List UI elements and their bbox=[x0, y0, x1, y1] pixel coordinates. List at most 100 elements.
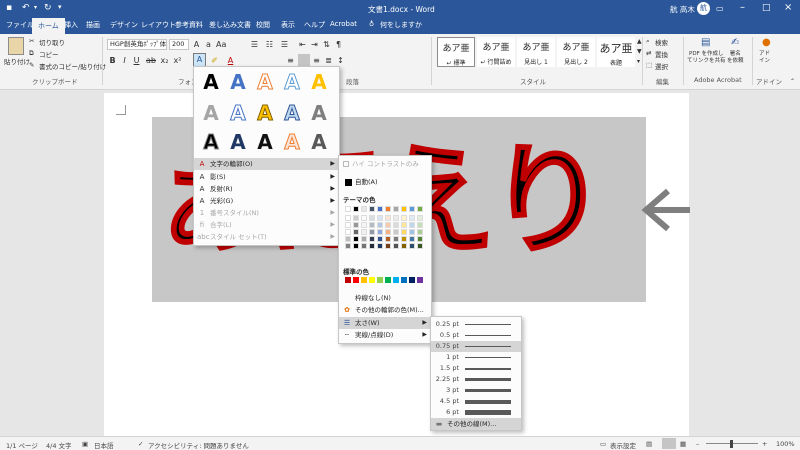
wordart-style-11[interactable]: A bbox=[200, 131, 222, 154]
wordart-style-1[interactable]: A bbox=[200, 71, 222, 93]
replace-icon[interactable]: ⇄ bbox=[646, 49, 651, 57]
wordart-style-12[interactable]: A bbox=[227, 131, 249, 153]
wordart-style-13[interactable]: A bbox=[254, 131, 276, 153]
numbering-icon[interactable]: ☷ bbox=[265, 40, 274, 49]
font-name-box[interactable]: HGP創英角ﾎﾟｯﾌﾟ体 bbox=[107, 39, 167, 50]
cut-icon[interactable]: ✂ bbox=[29, 37, 34, 45]
copy-icon[interactable]: ⧉ bbox=[29, 49, 34, 58]
theme-color-swatch[interactable] bbox=[345, 222, 351, 228]
standard-color-swatch[interactable] bbox=[409, 277, 415, 283]
tab-review[interactable]: 校閲 bbox=[256, 20, 270, 30]
outline-weight[interactable]: ☰ 太さ(W) ▶ bbox=[339, 317, 431, 329]
wordart-style-5[interactable]: A bbox=[308, 71, 330, 93]
page-count[interactable]: 1/1 ページ bbox=[6, 440, 38, 450]
theme-color-swatch[interactable] bbox=[361, 243, 367, 249]
collapse-ribbon-icon[interactable]: ⌃ bbox=[790, 78, 795, 85]
theme-color-swatch[interactable] bbox=[385, 243, 391, 249]
tab-file[interactable]: ファイル bbox=[6, 20, 34, 30]
wordart-style-4[interactable]: A bbox=[281, 71, 303, 94]
weight-option[interactable]: 2.25 pt bbox=[431, 374, 521, 385]
theme-color-swatch[interactable] bbox=[385, 229, 391, 235]
tell-me-box[interactable]: 何をしますか bbox=[380, 20, 422, 30]
theme-color-swatch[interactable] bbox=[417, 222, 423, 228]
maximize-icon[interactable]: □ bbox=[762, 3, 771, 13]
outline-automatic[interactable]: 自動(A) bbox=[339, 176, 431, 188]
tab-insert[interactable]: 挿入 bbox=[64, 20, 78, 30]
theme-color-swatch[interactable] bbox=[401, 206, 407, 212]
standard-color-swatch[interactable] bbox=[353, 277, 359, 283]
find-button[interactable]: 検索 bbox=[655, 37, 668, 47]
theme-color-swatch[interactable] bbox=[369, 206, 375, 212]
tab-home[interactable]: ホーム bbox=[32, 18, 65, 34]
sign-request-button[interactable]: 署名 を依頼 bbox=[727, 51, 744, 65]
menu-item-shadow[interactable]: A 影(S) ▶ bbox=[194, 171, 339, 183]
strikethrough-icon[interactable]: ab bbox=[146, 56, 156, 65]
subscript-icon[interactable]: x₂ bbox=[160, 56, 169, 65]
theme-color-swatch[interactable] bbox=[385, 206, 391, 212]
shrink-font-icon[interactable]: a bbox=[204, 40, 213, 49]
theme-color-swatch[interactable] bbox=[385, 222, 391, 228]
addins-icon[interactable]: ● bbox=[762, 37, 771, 48]
standard-color-swatch[interactable] bbox=[369, 277, 375, 283]
weight-option[interactable]: 6 pt bbox=[431, 407, 521, 418]
theme-color-swatch[interactable] bbox=[369, 215, 375, 221]
theme-color-swatch[interactable] bbox=[353, 243, 359, 249]
undo-dropdown-icon[interactable]: ▾ bbox=[34, 4, 37, 11]
paste-icon[interactable] bbox=[8, 37, 24, 55]
justify-icon[interactable]: ≣ bbox=[324, 56, 333, 65]
tab-acrobat[interactable]: Acrobat bbox=[330, 20, 357, 28]
standard-color-swatch[interactable] bbox=[377, 277, 383, 283]
theme-color-swatch[interactable] bbox=[361, 229, 367, 235]
accessibility-icon[interactable]: ✓ bbox=[138, 440, 143, 448]
format-painter-icon[interactable]: ✎ bbox=[29, 61, 34, 69]
weight-option[interactable]: 0.25 pt bbox=[431, 319, 521, 330]
theme-color-swatch[interactable] bbox=[393, 222, 399, 228]
weight-option[interactable]: 4.5 pt bbox=[431, 396, 521, 407]
minimize-icon[interactable]: – bbox=[740, 2, 745, 13]
sort-icon[interactable]: ⇅ bbox=[322, 40, 331, 49]
theme-color-swatch[interactable] bbox=[417, 206, 423, 212]
theme-color-swatch[interactable] bbox=[393, 206, 399, 212]
italic-icon[interactable]: I bbox=[120, 56, 129, 65]
line-spacing-icon[interactable]: ↕ bbox=[336, 56, 345, 65]
theme-color-swatch[interactable] bbox=[409, 243, 415, 249]
weight-option[interactable]: 1 pt bbox=[431, 352, 521, 363]
theme-color-swatch[interactable] bbox=[345, 215, 351, 221]
tab-view[interactable]: 表示 bbox=[281, 20, 295, 30]
theme-color-swatch[interactable] bbox=[417, 215, 423, 221]
outline-more-colors[interactable]: ✿ その他の輪郭の色(M)... bbox=[339, 304, 431, 316]
avatar[interactable]: 航 bbox=[697, 2, 710, 15]
theme-color-swatch[interactable] bbox=[409, 229, 415, 235]
undo-icon[interactable]: ↶ bbox=[22, 3, 30, 13]
outline-none[interactable]: 枠線なし(N) bbox=[339, 292, 431, 304]
styles-scroll-up-icon[interactable]: ▲ bbox=[637, 38, 642, 45]
weight-option[interactable]: 0.5 pt bbox=[431, 330, 521, 341]
wordart-style-9[interactable]: A bbox=[281, 102, 303, 125]
superscript-icon[interactable]: x² bbox=[173, 56, 182, 65]
theme-color-swatch[interactable] bbox=[401, 236, 407, 242]
tab-references[interactable]: 参考資料 bbox=[175, 20, 203, 30]
paste-button[interactable]: 貼り付け bbox=[4, 56, 30, 66]
wordart-style-7[interactable]: A bbox=[227, 102, 249, 125]
standard-color-swatch[interactable] bbox=[401, 277, 407, 283]
weight-option[interactable]: 0.75 pt bbox=[431, 341, 521, 352]
theme-color-swatch[interactable] bbox=[385, 215, 391, 221]
select-icon[interactable]: ⬚ bbox=[646, 61, 652, 69]
theme-color-swatch[interactable] bbox=[361, 206, 367, 212]
font-size-box[interactable]: 200 bbox=[169, 39, 189, 50]
replace-button[interactable]: 置換 bbox=[655, 49, 668, 59]
theme-color-swatch[interactable] bbox=[377, 206, 383, 212]
theme-color-swatch[interactable] bbox=[401, 243, 407, 249]
style-normal[interactable]: あア亜 ↵ 標準 bbox=[437, 37, 475, 67]
theme-color-swatch[interactable] bbox=[393, 229, 399, 235]
customize-icon[interactable]: ▾ bbox=[58, 3, 62, 11]
theme-color-swatch[interactable] bbox=[369, 229, 375, 235]
theme-color-swatch[interactable] bbox=[393, 236, 399, 242]
select-button[interactable]: 選択 bbox=[655, 61, 668, 71]
theme-color-swatch[interactable] bbox=[345, 206, 351, 212]
style-heading-2[interactable]: あア亜 見出し 2 bbox=[557, 37, 595, 67]
theme-color-swatch[interactable] bbox=[393, 215, 399, 221]
theme-color-swatch[interactable] bbox=[401, 229, 407, 235]
word-count[interactable]: 4/4 文字 bbox=[46, 440, 72, 450]
bold-icon[interactable]: B bbox=[108, 56, 117, 65]
